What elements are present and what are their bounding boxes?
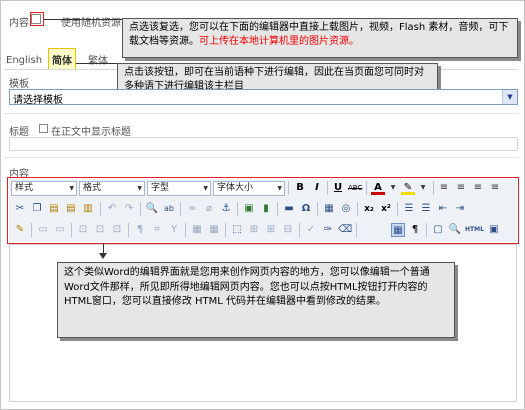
- chevron-down-icon: ▼: [502, 90, 517, 104]
- callout-editor-text: 这个类似Word的编辑界面就是您用来创作网页内容的地方，您可以像编辑一个普通Wo…: [64, 267, 430, 307]
- cut-icon[interactable]: ✂: [13, 202, 27, 216]
- layer-icon[interactable]: ⊡: [76, 223, 90, 237]
- title-input[interactable]: [9, 137, 518, 151]
- show-blocks-icon[interactable]: ▦: [391, 223, 405, 237]
- align-left-icon[interactable]: ≡: [437, 181, 451, 195]
- table-icon[interactable]: ▦: [322, 202, 336, 216]
- paste-word-icon[interactable]: ▥: [81, 202, 95, 216]
- paste-icon[interactable]: ▤: [47, 202, 61, 216]
- unordered-list-icon[interactable]: ☰: [419, 202, 433, 216]
- fullscreen-icon[interactable]: ▣: [487, 223, 501, 237]
- title-label: 标题: [9, 127, 29, 138]
- callout-connector-line: [44, 19, 122, 20]
- font-color-icon[interactable]: A: [371, 181, 385, 195]
- bold-icon[interactable]: B: [293, 181, 307, 195]
- underline-icon[interactable]: U: [331, 181, 345, 195]
- image-icon[interactable]: ▣: [242, 202, 256, 216]
- strikethrough-icon[interactable]: ABC: [348, 181, 362, 195]
- checkbox-highlight: [30, 12, 44, 26]
- delete-icon[interactable]: ⊟: [281, 223, 295, 237]
- tab-traditional[interactable]: 繁体: [88, 52, 108, 67]
- font-size-select[interactable]: 字体大小 ▼: [213, 181, 285, 196]
- italic-icon[interactable]: I: [310, 181, 324, 195]
- undo-icon[interactable]: ↶: [105, 202, 119, 216]
- font-color-dropdown-icon[interactable]: ▼: [386, 181, 400, 195]
- textfield-icon[interactable]: ▭: [53, 223, 67, 237]
- horizontal-rule-icon[interactable]: ▬: [282, 202, 296, 216]
- arrow-down-icon: [99, 253, 107, 259]
- highlight-dropdown-icon[interactable]: ▼: [416, 181, 430, 195]
- divider-1: [4, 113, 518, 114]
- align-justify-icon[interactable]: ≡: [488, 181, 502, 195]
- template-select-value: 请选择模板: [13, 95, 63, 106]
- align-right-icon[interactable]: ≡: [471, 181, 485, 195]
- subscript-icon[interactable]: x₂: [362, 202, 376, 216]
- table-props-icon[interactable]: ▦: [190, 223, 204, 237]
- indent-icon[interactable]: ⇥: [453, 202, 467, 216]
- copy-icon[interactable]: ❐: [30, 202, 44, 216]
- pilcrow-icon[interactable]: ¶: [408, 223, 422, 237]
- superscript-icon[interactable]: x²: [379, 202, 393, 216]
- outdent-icon[interactable]: ⇤: [436, 202, 450, 216]
- cell-props-icon[interactable]: ▦: [207, 223, 221, 237]
- show-title-label: 在正文中显示标题: [51, 127, 131, 138]
- style-select[interactable]: 样式 ▼: [11, 181, 77, 196]
- template-select[interactable]: 请选择模板 ▼: [9, 89, 518, 106]
- select-all-icon[interactable]: ⬚: [230, 223, 244, 237]
- random-resource-label: 使用随机资源: [61, 18, 121, 29]
- tab-english[interactable]: English: [6, 55, 42, 66]
- callout-upload-red-text: 可上传在本地计算机里的图片资源。: [199, 36, 359, 47]
- format-painter-icon[interactable]: ✑: [321, 223, 335, 237]
- editor-toolbar: 样式 ▼ 格式 ▼ 字型 ▼ 字体大小 ▼ B I U ABC A ▼ ✎ ▼ ≡ ≡ …: [9, 179, 517, 242]
- insert-row-icon[interactable]: ⊞: [247, 223, 261, 237]
- zoom-icon[interactable]: 🔍: [448, 223, 462, 237]
- special-char-icon[interactable]: Ω: [299, 202, 313, 216]
- show-title-checkbox[interactable]: [39, 124, 48, 133]
- form-icon[interactable]: ▭: [36, 223, 50, 237]
- divider-2: [4, 157, 518, 158]
- highlight-color-icon[interactable]: ✎: [401, 181, 415, 195]
- filter-icon[interactable]: Y: [167, 223, 181, 237]
- redo-icon[interactable]: ↷: [122, 202, 136, 216]
- content-header-label: 内容: [9, 18, 29, 29]
- align-center-icon[interactable]: ≡: [454, 181, 468, 195]
- font-select[interactable]: 字型 ▼: [147, 181, 211, 196]
- edit-icon[interactable]: ✎: [13, 223, 27, 237]
- html-source-icon[interactable]: HTML: [465, 223, 484, 237]
- attribute-icon[interactable]: ⌗: [150, 223, 164, 237]
- callout-editor-hint: 这个类似Word的编辑界面就是您用来创作网页内容的地方，您可以像编辑一个普通Wo…: [57, 262, 455, 338]
- eraser-icon[interactable]: ⌫: [338, 223, 352, 237]
- smiley-icon[interactable]: ◎: [339, 202, 353, 216]
- format-select[interactable]: 格式 ▼: [79, 181, 145, 196]
- anchor-icon[interactable]: ⚓: [219, 202, 233, 216]
- link-icon[interactable]: ∞: [185, 202, 199, 216]
- ordered-list-icon[interactable]: ☰: [402, 202, 416, 216]
- insert-col-icon[interactable]: ⊞: [264, 223, 278, 237]
- preview-icon[interactable]: ▢: [431, 223, 445, 237]
- unlink-icon[interactable]: ⌀: [202, 202, 216, 216]
- layer-back-icon[interactable]: ⊡: [110, 223, 124, 237]
- paste-text-icon[interactable]: ▤: [64, 202, 78, 216]
- paragraph-icon[interactable]: ¶: [133, 223, 147, 237]
- callout-upload-hint: 点选该复选，您可以在下面的编辑器中直接上载图片，视频，Flash 素材，音频，可…: [122, 18, 518, 58]
- tab-simplified[interactable]: 简体: [52, 52, 72, 67]
- find-icon[interactable]: 🔍: [145, 202, 159, 216]
- template-label: 模板: [9, 79, 29, 90]
- replace-icon[interactable]: ab: [162, 202, 176, 216]
- flash-icon[interactable]: ▮: [259, 202, 273, 216]
- callout-tab-connector: [76, 63, 117, 64]
- spell-icon[interactable]: ✓: [304, 223, 318, 237]
- layer-front-icon[interactable]: ⊡: [93, 223, 107, 237]
